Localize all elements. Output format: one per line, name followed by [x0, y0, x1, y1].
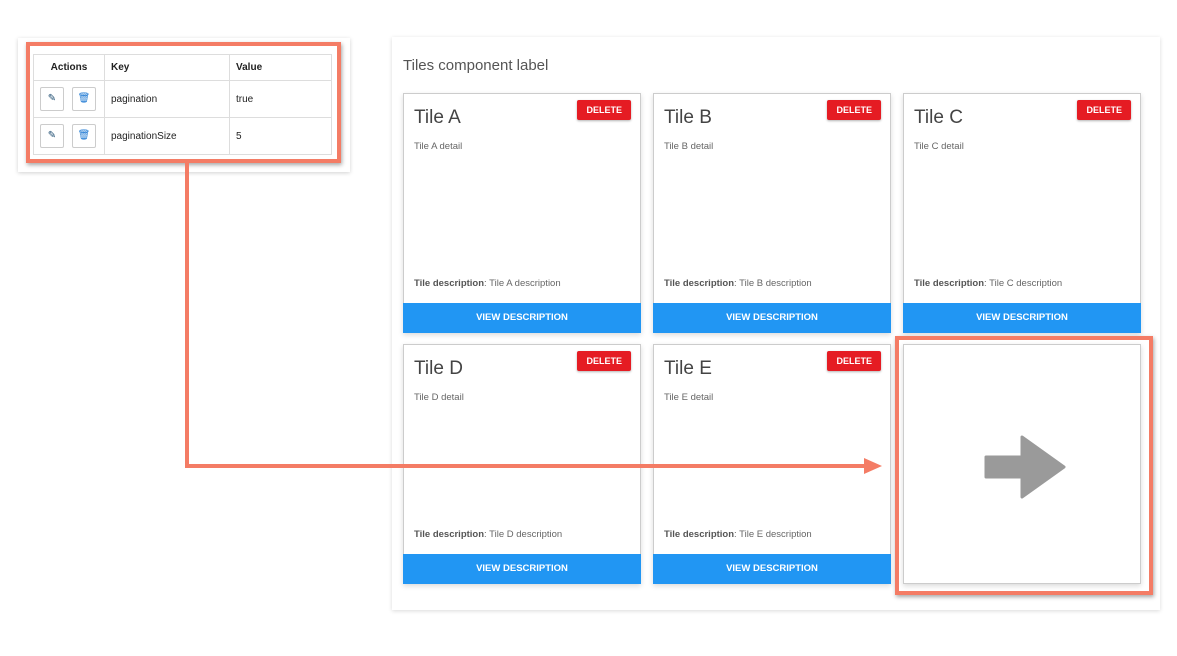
connector-arrow: [185, 162, 882, 474]
